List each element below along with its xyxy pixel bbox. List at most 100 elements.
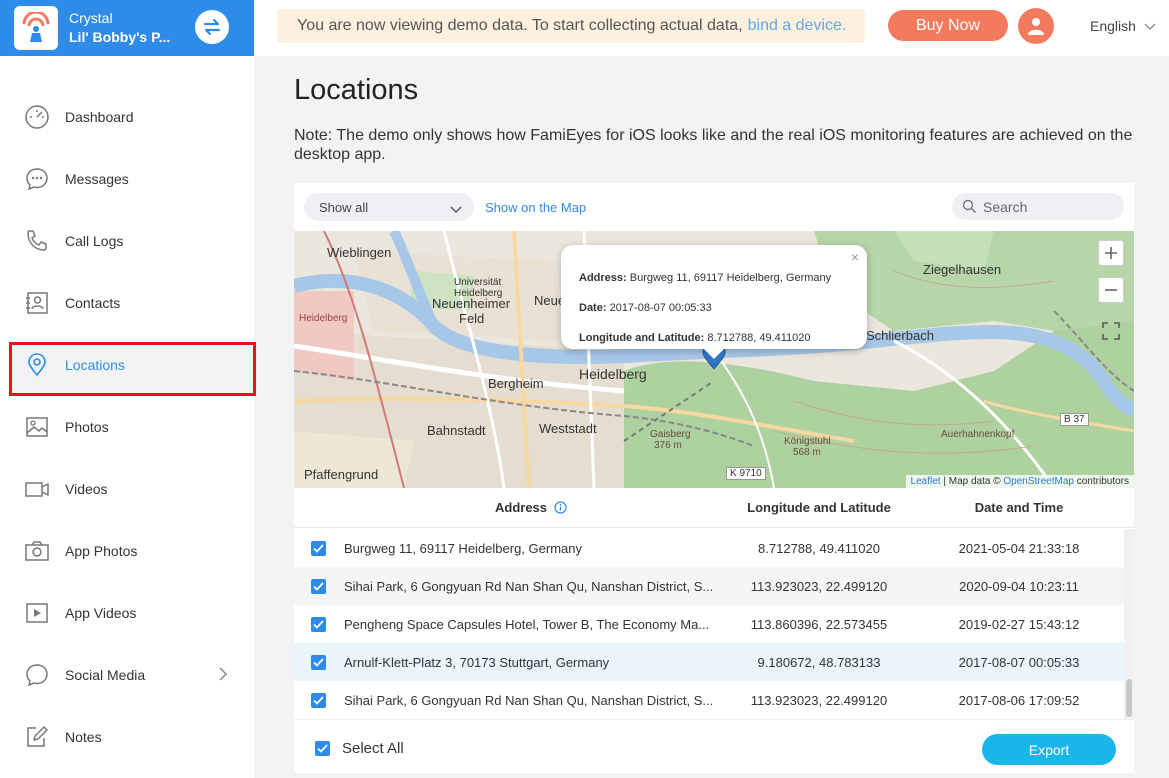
table-row[interactable]: Sihai Park, 6 Gongyuan Rd Nan Shan Qu, N…: [294, 567, 1124, 605]
sidebar-item-videos[interactable]: Videos: [0, 458, 254, 520]
row-address: Burgweg 11, 69117 Heidelberg, Germany: [344, 540, 582, 556]
column-header-datetime: Date and Time: [974, 500, 1064, 515]
search-icon: [962, 199, 977, 214]
row-datetime: 2021-05-04 21:33:18: [958, 540, 1080, 556]
column-header-longlat: Longitude and Latitude: [747, 500, 891, 515]
table-row[interactable]: Sihai Park, 6 Gongyuan Rd Nan Shan Qu, N…: [294, 681, 1124, 719]
map-label-neuenheimer: Neuenheimer: [432, 296, 511, 311]
row-checkbox[interactable]: [311, 540, 326, 556]
map-label-schlierbach: Schlierbach: [866, 328, 934, 343]
popup-close-button[interactable]: ×: [851, 249, 859, 265]
chevron-down-icon: [450, 202, 462, 217]
table-row[interactable]: Arnulf-Klett-Platz 3, 70173 Stuttgart, G…: [294, 643, 1124, 681]
table-row[interactable]: Pengheng Space Capsules Hotel, Tower B, …: [294, 605, 1124, 643]
select-all-check[interactable]: [315, 741, 330, 756]
chat-bubble-icon: [24, 166, 50, 192]
row-address: Pengheng Space Capsules Hotel, Tower B, …: [344, 616, 710, 632]
switch-device-button[interactable]: [195, 10, 229, 44]
row-longlat: 113.860396, 22.573455: [750, 616, 888, 632]
zoom-out-button[interactable]: [1098, 277, 1124, 303]
page-title: Locations: [294, 74, 419, 106]
row-datetime: 2019-02-27 15:43:12: [958, 616, 1080, 632]
map-label-heidelberg: Heidelberg: [579, 366, 647, 382]
row-checkbox[interactable]: [311, 692, 326, 708]
plus-icon: [1105, 247, 1117, 259]
row-longlat: 8.712788, 49.411020: [758, 540, 880, 556]
export-button[interactable]: Export: [982, 734, 1116, 765]
buy-now-button[interactable]: Buy Now: [888, 10, 1008, 41]
device-name: Crystal: [69, 10, 113, 26]
leaflet-link[interactable]: Leaflet: [911, 476, 941, 487]
table-row[interactable]: Burgweg 11, 69117 Heidelberg, Germany 8.…: [294, 529, 1124, 567]
popup-address-value: Burgweg 11, 69117 Heidelberg, Germany: [629, 272, 832, 284]
sidebar-item-label: App Videos: [65, 605, 137, 621]
language-label: English: [1090, 18, 1136, 34]
map-view[interactable]: Wieblingen Universität Heidelberg Neuenh…: [294, 231, 1134, 488]
play-icon: [24, 600, 50, 626]
map-label-b37: B 37: [1060, 413, 1089, 426]
row-checkbox[interactable]: [311, 654, 326, 670]
user-icon: [1028, 18, 1044, 35]
filter-select[interactable]: Show all: [304, 193, 474, 221]
table-scrollbar[interactable]: [1124, 529, 1134, 719]
search-input[interactable]: Search: [952, 193, 1124, 220]
popup-date-value: 2017-08-07 00:05:33: [609, 302, 712, 314]
osm-link[interactable]: OpenStreetMap: [1003, 476, 1074, 487]
sidebar-item-label: Photos: [65, 419, 109, 435]
map-label-auerhahnenkopf: Auerhahnenkopf: [941, 429, 1015, 440]
demo-banner: You are now viewing demo data. To start …: [277, 9, 865, 43]
sidebar-item-app-photos[interactable]: App Photos: [0, 520, 254, 582]
row-checkbox[interactable]: [311, 578, 326, 594]
device-subtitle: Lil' Bobby's P...: [69, 29, 171, 45]
row-longlat: 113.923023, 22.499120: [750, 578, 888, 594]
sidebar-item-dashboard[interactable]: Dashboard: [0, 86, 254, 148]
chevron-down-icon: [1144, 18, 1156, 34]
filter-value: Show all: [319, 199, 369, 215]
popup-address-label: Address:: [579, 272, 627, 284]
contact-card-icon: [24, 290, 50, 316]
select-all-checkbox[interactable]: Select All: [315, 740, 404, 757]
popup-address-line: Address: Burgweg 11, 69117 Heidelberg, G…: [579, 272, 831, 284]
sidebar-item-label: Notes: [65, 729, 102, 745]
table-header: Address Longitude and Latitude Date and …: [294, 488, 1134, 528]
sidebar-item-locations[interactable]: Locations: [0, 334, 256, 396]
sidebar-item-photos[interactable]: Photos: [0, 396, 254, 458]
sidebar-item-label: Messages: [65, 171, 129, 187]
phone-icon: [24, 228, 50, 254]
demo-note: Note: The demo only shows how FamiEyes f…: [294, 127, 1133, 163]
check-icon: [313, 695, 324, 705]
sidebar-item-contacts[interactable]: Contacts: [0, 272, 254, 334]
sidebar-item-label: Contacts: [65, 295, 121, 311]
app-logo: [14, 6, 58, 50]
table-body: Burgweg 11, 69117 Heidelberg, Germany 8.…: [294, 529, 1124, 719]
popup-longlat-value: 8.712788, 49.411020: [707, 332, 811, 344]
speech-bubble-icon: [24, 662, 50, 688]
map-label-ziegelhausen: Ziegelhausen: [923, 262, 1002, 277]
demo-banner-text: You are now viewing demo data. To start …: [297, 17, 743, 34]
zoom-in-button[interactable]: [1098, 240, 1124, 266]
check-icon: [313, 543, 324, 553]
row-checkbox[interactable]: [311, 616, 326, 632]
sidebar: Crystal Lil' Bobby's P... Dashboard Mess…: [0, 0, 256, 778]
avatar[interactable]: [1018, 8, 1054, 44]
bind-device-link[interactable]: bind a device.: [748, 17, 847, 35]
sidebar-item-notes[interactable]: Notes: [0, 706, 254, 768]
fullscreen-button[interactable]: [1098, 318, 1124, 344]
scrollbar-thumb[interactable]: [1126, 679, 1132, 717]
edit-note-icon: [24, 724, 50, 750]
info-icon[interactable]: [554, 501, 567, 514]
fullscreen-icon: [1102, 322, 1120, 340]
sidebar-item-messages[interactable]: Messages: [0, 148, 254, 210]
swap-arrows-icon: [203, 18, 221, 36]
sidebar-item-app-videos[interactable]: App Videos: [0, 582, 254, 644]
language-selector[interactable]: English: [1090, 18, 1156, 34]
location-pin-icon: [24, 352, 50, 378]
popup-date-label: Date:: [579, 302, 607, 314]
sidebar-item-social-media[interactable]: Social Media: [0, 644, 254, 706]
row-address: Sihai Park, 6 Gongyuan Rd Nan Shan Qu, N…: [344, 578, 714, 594]
row-longlat: 113.923023, 22.499120: [750, 692, 888, 708]
column-header-address: Address: [495, 500, 567, 515]
sidebar-item-call-logs[interactable]: Call Logs: [0, 210, 254, 272]
row-longlat: 9.180672, 48.783133: [757, 654, 881, 670]
show-on-map-link[interactable]: Show on the Map: [485, 200, 586, 215]
